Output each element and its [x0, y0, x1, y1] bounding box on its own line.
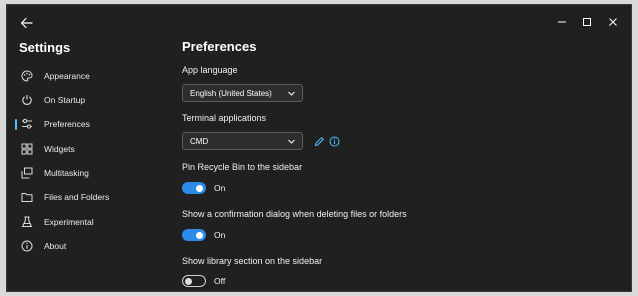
sidebar-item-experimental[interactable]: Experimental	[13, 211, 153, 233]
sidebar-item-label: Multitasking	[44, 168, 89, 178]
flask-icon	[20, 215, 34, 229]
terminal-label: Terminal applications	[182, 113, 267, 123]
maximize-button[interactable]	[575, 11, 599, 33]
sidebar-item-files-and-folders[interactable]: Files and Folders	[13, 186, 153, 208]
sidebar-item-label: Appearance	[44, 71, 90, 81]
library-section-toggle[interactable]	[182, 275, 206, 287]
sidebar-item-label: Files and Folders	[44, 192, 110, 202]
close-button[interactable]	[601, 11, 625, 33]
sliders-icon	[20, 117, 34, 131]
terminal-select[interactable]: CMD	[182, 132, 303, 150]
confirm-delete-state: On	[214, 230, 226, 240]
sidebar-item-label: Widgets	[44, 144, 75, 154]
terminal-value: CMD	[190, 136, 209, 146]
pencil-icon	[314, 136, 324, 146]
back-button[interactable]	[17, 13, 37, 33]
app-language-select[interactable]: English (United States)	[182, 84, 303, 102]
arrow-left-icon	[20, 17, 33, 29]
sidebar-item-label: Experimental	[44, 217, 94, 227]
maximize-icon	[583, 18, 591, 26]
app-language-label: App language	[182, 65, 238, 75]
pin-recycle-label: Pin Recycle Bin to the sidebar	[182, 162, 303, 172]
widgets-icon	[20, 142, 34, 156]
sidebar-item-multitasking[interactable]: Multitasking	[13, 162, 153, 184]
library-section-state: Off	[214, 276, 226, 286]
settings-title: Settings	[19, 40, 71, 55]
page-title: Preferences	[182, 39, 257, 54]
toggle-knob	[196, 184, 203, 192]
chevron-down-icon	[288, 91, 295, 96]
pin-recycle-toggle[interactable]	[182, 182, 206, 194]
sidebar-item-widgets[interactable]: Widgets	[13, 138, 153, 160]
terminal-info-button[interactable]	[328, 135, 340, 147]
close-icon	[609, 18, 617, 26]
sidebar-item-appearance[interactable]: Appearance	[13, 65, 153, 87]
minimize-button[interactable]	[550, 11, 574, 33]
settings-window: Settings Appearance On Startup Preferenc…	[6, 4, 632, 292]
palette-icon	[20, 69, 34, 83]
folder-icon	[20, 190, 34, 204]
minimize-icon	[558, 21, 566, 23]
multitask-icon	[20, 166, 34, 180]
info-icon	[20, 239, 34, 253]
sidebar-item-label: On Startup	[44, 95, 86, 105]
sidebar-item-preferences[interactable]: Preferences	[13, 113, 153, 135]
sidebar-item-label: Preferences	[44, 119, 90, 129]
confirm-delete-label: Show a confirmation dialog when deleting…	[182, 209, 407, 219]
chevron-down-icon	[288, 139, 295, 144]
toggle-knob	[196, 231, 203, 239]
info-icon	[329, 136, 339, 146]
edit-terminal-button[interactable]	[313, 135, 325, 147]
sidebar-item-on-startup[interactable]: On Startup	[13, 89, 153, 111]
confirm-delete-toggle[interactable]	[182, 229, 206, 241]
toggle-knob	[185, 277, 192, 285]
sidebar-item-about[interactable]: About	[13, 235, 153, 257]
library-section-label: Show library section on the sidebar	[182, 256, 323, 266]
pin-recycle-state: On	[214, 183, 226, 193]
power-icon	[20, 93, 34, 107]
sidebar-item-label: About	[44, 241, 67, 251]
app-language-value: English (United States)	[190, 88, 272, 98]
